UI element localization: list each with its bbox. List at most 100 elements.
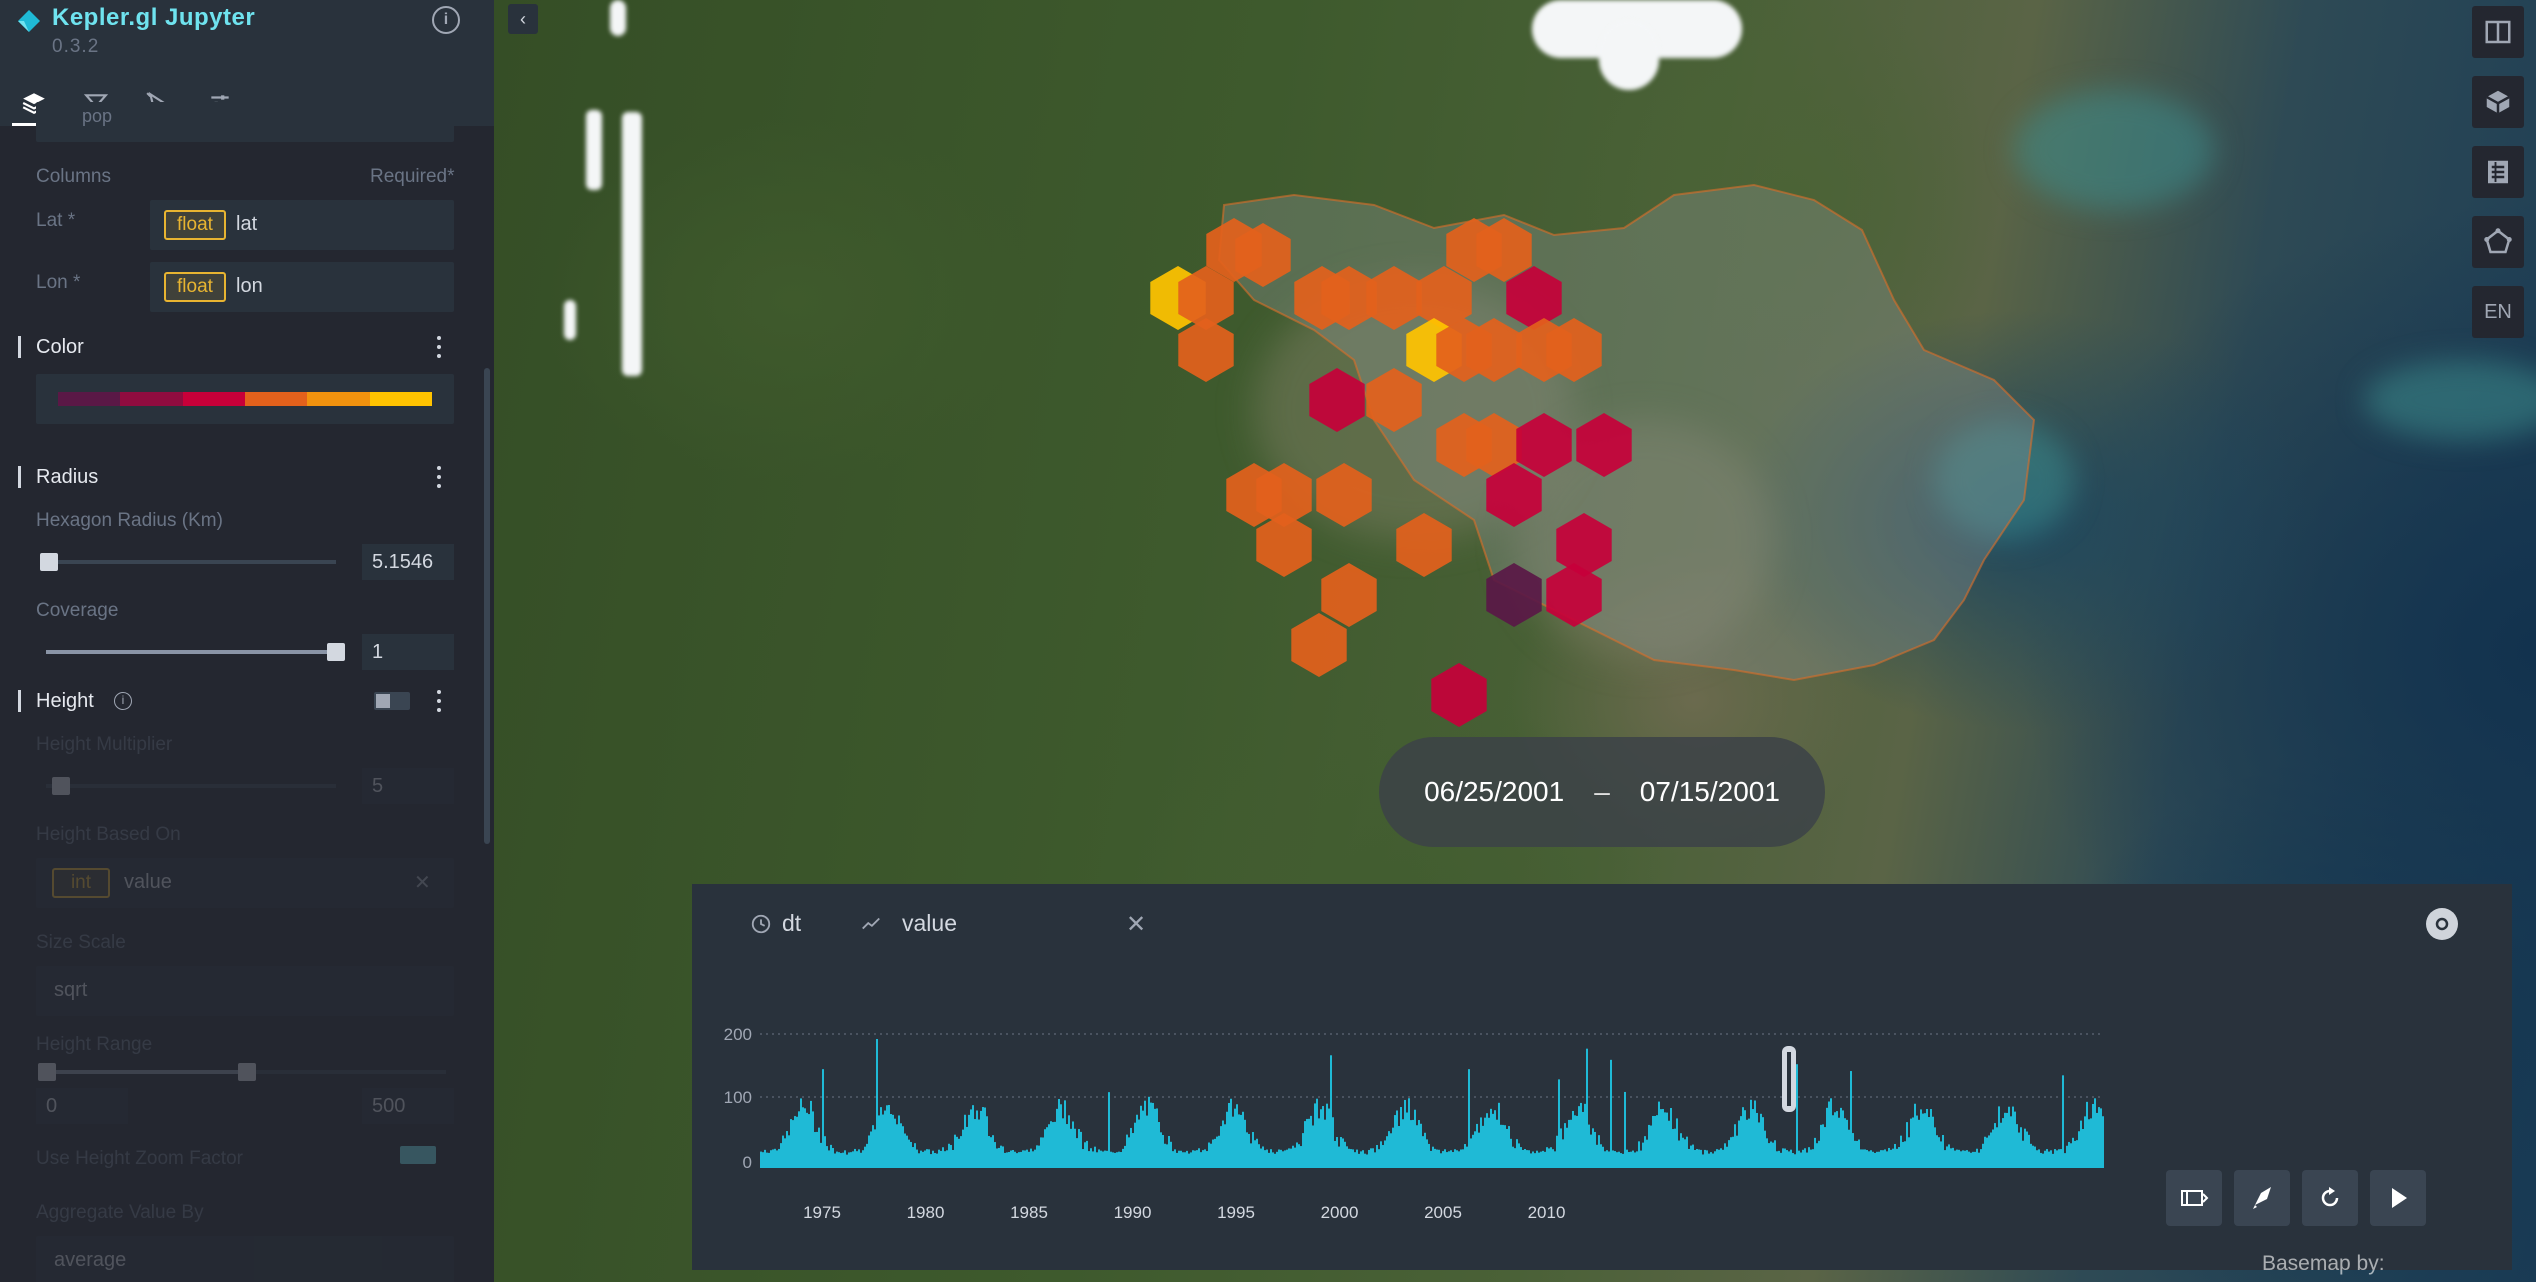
histogram-bar xyxy=(1786,1150,1788,1168)
histogram-bar xyxy=(1436,1149,1438,1168)
radius-options-icon[interactable] xyxy=(436,466,442,488)
hexbin-cell[interactable] xyxy=(1431,663,1487,727)
hexbin-cell[interactable] xyxy=(1321,563,1377,627)
lat-column-value: lat xyxy=(236,213,258,235)
split-map-button[interactable] xyxy=(2472,6,2524,58)
histogram-bar xyxy=(1740,1116,1742,1168)
coverage-input[interactable]: 1 xyxy=(362,634,454,670)
size-scale-select[interactable]: sqrt xyxy=(36,966,454,1016)
lat-column-select[interactable]: float lat xyxy=(150,200,454,250)
legend-button[interactable] xyxy=(2472,146,2524,198)
histogram-bar xyxy=(2032,1145,2034,1168)
histogram-bar xyxy=(1802,1149,1804,1168)
window-mode-button[interactable] xyxy=(2166,1170,2222,1226)
histogram-bar xyxy=(1030,1148,1032,1168)
histogram-bar xyxy=(914,1143,916,1168)
histogram-bar xyxy=(1770,1141,1772,1168)
coverage-handle[interactable] xyxy=(327,643,345,661)
histogram-bar xyxy=(1780,1152,1782,1168)
histogram-bar xyxy=(1140,1105,1142,1168)
side-panel-scrollbar[interactable] xyxy=(484,368,490,844)
locale-button[interactable]: EN xyxy=(2472,286,2524,338)
height-range-min-input[interactable]: 0 xyxy=(36,1088,128,1124)
histogram-bar xyxy=(1240,1114,1242,1168)
histogram-bar xyxy=(836,1151,838,1168)
hexbin-cell[interactable] xyxy=(1316,463,1372,527)
histogram-bar xyxy=(1798,1150,1800,1168)
height-range-track[interactable] xyxy=(46,1070,246,1074)
truncated-field[interactable]: pop xyxy=(36,102,454,142)
hexbin-cell[interactable] xyxy=(1291,613,1347,677)
height-based-on-select[interactable]: int value ✕ xyxy=(36,858,454,908)
histogram-bar xyxy=(1494,1110,1496,1168)
histogram-bar xyxy=(1400,1107,1402,1168)
histogram-bar xyxy=(2050,1150,2052,1168)
3d-view-button[interactable] xyxy=(2472,76,2524,128)
histogram-bar xyxy=(1546,1147,1548,1168)
histogram-bar xyxy=(1868,1151,1870,1168)
reset-button[interactable] xyxy=(2302,1170,2358,1226)
histogram-bar xyxy=(774,1148,776,1168)
height-multiplier-track[interactable] xyxy=(46,784,336,788)
color-palette-select[interactable] xyxy=(36,374,454,424)
histogram-bar xyxy=(2062,1075,2064,1168)
histogram-bar xyxy=(1466,1146,1468,1168)
histogram-bar xyxy=(1178,1150,1180,1168)
height-multiplier-handle[interactable] xyxy=(52,777,70,795)
histogram-bar xyxy=(1374,1152,1376,1168)
histogram-bar xyxy=(1680,1133,1682,1168)
clear-icon[interactable]: ✕ xyxy=(414,870,431,895)
height-range-min-handle[interactable] xyxy=(38,1063,56,1081)
histogram-bar xyxy=(2026,1131,2028,1168)
histogram-bar xyxy=(918,1153,920,1168)
info-button[interactable]: i xyxy=(432,6,460,34)
histogram-bar xyxy=(1632,1150,1634,1168)
histogram-bar xyxy=(1612,1150,1614,1168)
lon-column-value: lon xyxy=(236,275,263,297)
histogram-bar xyxy=(1204,1149,1206,1168)
histogram-bar xyxy=(1096,1152,1098,1168)
time-filter-panel[interactable]: dt value ✕ 200 100 0 1975 1980 1985 1990 1995 20… xyxy=(692,884,2512,1270)
height-range-max-handle[interactable] xyxy=(238,1063,256,1081)
hexbin-cell[interactable] xyxy=(1309,368,1365,432)
histogram-bar xyxy=(1636,1151,1638,1168)
height-range-max-input[interactable]: 500 xyxy=(362,1088,454,1124)
histogram-bar xyxy=(1874,1152,1876,1168)
histogram-bar xyxy=(1598,1135,1600,1168)
speed-button[interactable] xyxy=(2234,1170,2290,1226)
hexbin-cell[interactable] xyxy=(1178,318,1234,382)
collapse-sidebar-button[interactable]: ‹ xyxy=(508,4,538,34)
lat-label: Lat * xyxy=(36,210,76,231)
size-scale-value: sqrt xyxy=(54,979,88,1001)
height-multiplier-input[interactable]: 5 xyxy=(362,768,454,804)
hexagon-radius-input[interactable]: 5.1546 xyxy=(362,544,454,580)
coverage-track[interactable] xyxy=(46,650,336,654)
histogram-bar xyxy=(1924,1113,1926,1168)
draw-polygon-button[interactable] xyxy=(2472,216,2524,268)
histogram-bar xyxy=(940,1150,942,1168)
histogram-bar xyxy=(1020,1151,1022,1168)
histogram-bar xyxy=(854,1148,856,1168)
histogram-bar xyxy=(986,1116,988,1168)
histogram-bar xyxy=(1642,1142,1644,1168)
play-button[interactable] xyxy=(2370,1170,2426,1226)
height-toggle[interactable] xyxy=(374,692,410,710)
height-options-icon[interactable] xyxy=(436,690,442,712)
histogram-bar xyxy=(1294,1147,1296,1168)
locale-label: EN xyxy=(2484,300,2512,323)
histogram-bar xyxy=(1900,1135,1902,1168)
histogram-bar xyxy=(1652,1115,1654,1168)
lon-column-select[interactable]: float lon xyxy=(150,262,454,312)
height-zoom-factor-toggle[interactable] xyxy=(400,1146,436,1164)
layer-config-panel[interactable]: pop Columns Required* Lat * float lat Lo… xyxy=(0,102,494,1282)
aggregate-select[interactable]: average xyxy=(36,1236,454,1282)
histogram-bar xyxy=(1764,1130,1766,1168)
hexagon-radius-handle[interactable] xyxy=(40,553,58,571)
x-tick-label: 1985 xyxy=(1010,1203,1048,1222)
hexbin-cell[interactable] xyxy=(1256,513,1312,577)
color-options-icon[interactable] xyxy=(436,336,442,358)
hexbin-cell[interactable] xyxy=(1396,513,1452,577)
hexagon-radius-track[interactable] xyxy=(46,560,336,564)
basemap-credit: Basemap by: xyxy=(2262,1252,2385,1276)
y-tick-label: 200 xyxy=(724,1025,752,1044)
